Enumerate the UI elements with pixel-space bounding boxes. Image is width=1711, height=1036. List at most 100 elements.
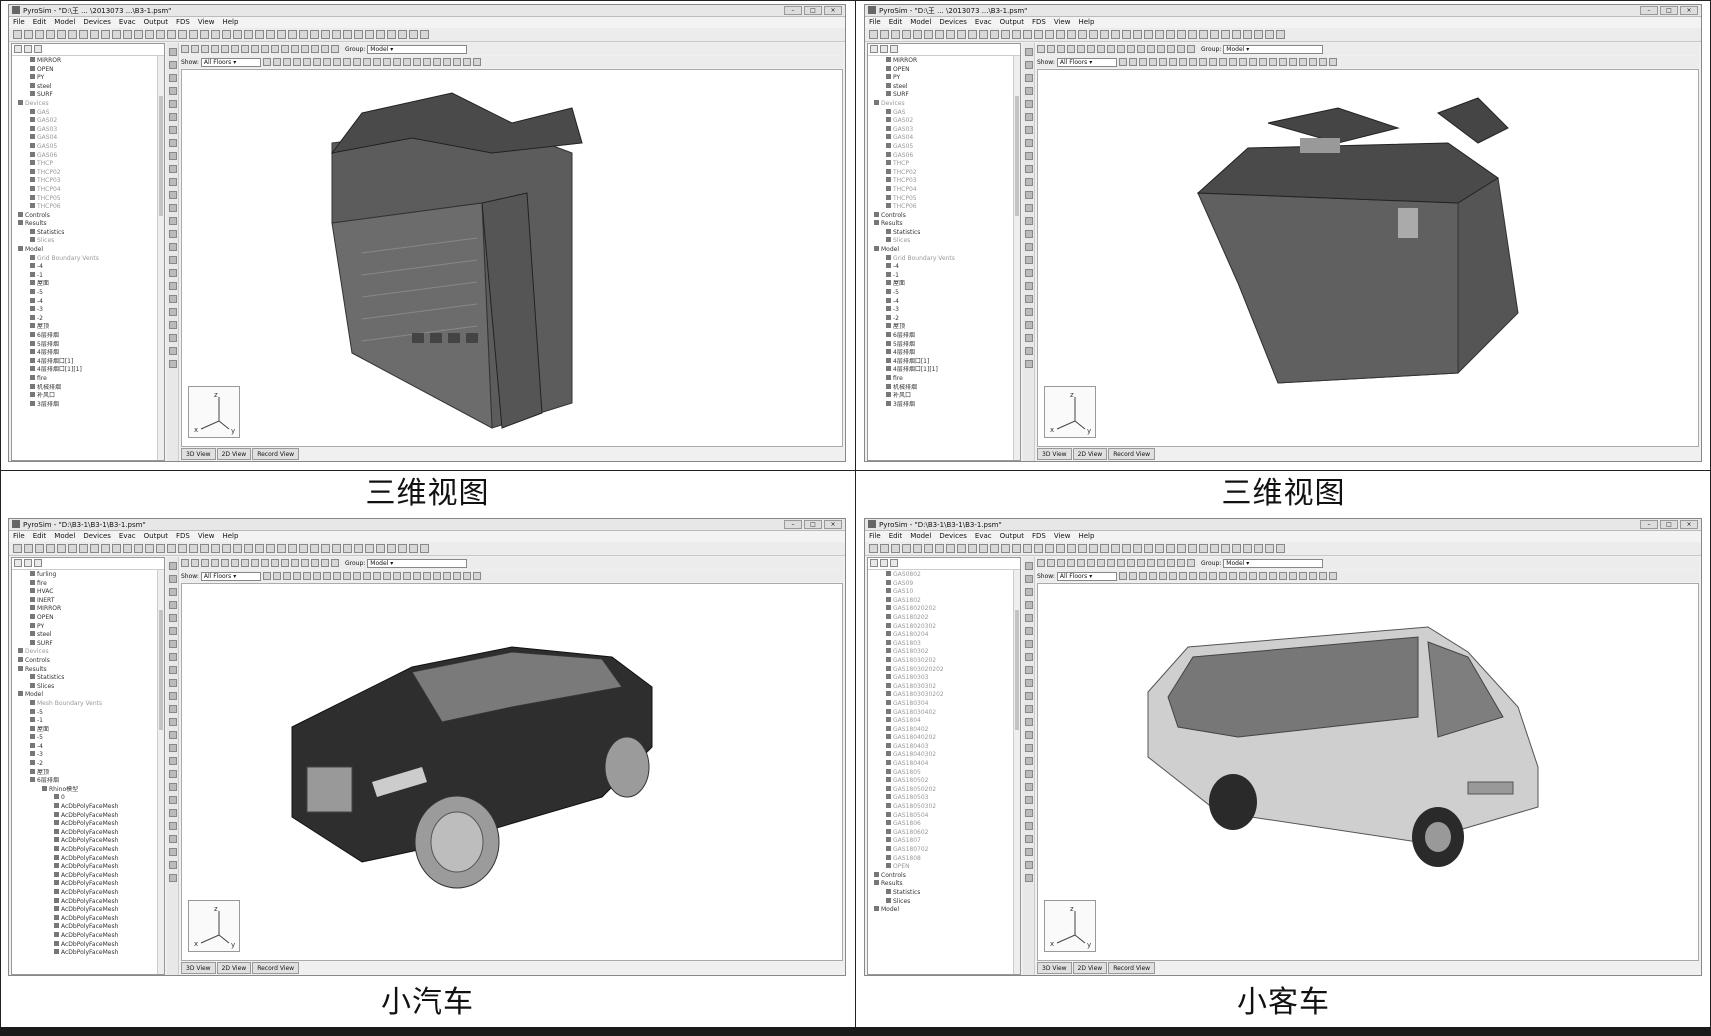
palette-tool-icon[interactable]	[1025, 692, 1033, 700]
display-tool-icon[interactable]	[332, 58, 341, 66]
toolbar-tool-icon[interactable]	[1166, 30, 1175, 39]
menu-view[interactable]: View	[1054, 17, 1071, 28]
tree-item[interactable]: Controls	[12, 211, 164, 221]
display-tool-icon[interactable]	[1288, 58, 1297, 66]
tree-item[interactable]: OPEN	[12, 65, 164, 75]
toolbar-tool-icon[interactable]	[880, 544, 889, 553]
display-tool-icon[interactable]	[1148, 58, 1157, 66]
palette-tool-icon[interactable]	[1025, 588, 1033, 596]
view-tool-icon[interactable]	[1097, 45, 1105, 53]
toolbar-tool-icon[interactable]	[1056, 30, 1065, 39]
toolbar-tool-icon[interactable]	[57, 544, 66, 553]
tree-item[interactable]: Statistics	[12, 228, 164, 238]
palette-tool-icon[interactable]	[169, 282, 177, 290]
toolbar-tool-icon[interactable]	[891, 544, 900, 553]
menu-output[interactable]: Output	[1000, 17, 1024, 28]
tree-filter-icon[interactable]	[870, 559, 878, 567]
3d-viewport[interactable]: z x y	[181, 583, 843, 961]
display-tool-icon[interactable]	[302, 572, 311, 580]
display-tool-icon[interactable]	[1168, 572, 1177, 580]
display-tool-icon[interactable]	[392, 58, 401, 66]
palette-tool-icon[interactable]	[169, 835, 177, 843]
palette-tool-icon[interactable]	[1025, 848, 1033, 856]
tab-3d-view[interactable]: 3D View	[1037, 962, 1072, 974]
view-tool-icon[interactable]	[1157, 45, 1165, 53]
tree-item[interactable]: THCP03	[12, 177, 164, 186]
palette-tool-icon[interactable]	[1025, 731, 1033, 739]
palette-tool-icon[interactable]	[169, 334, 177, 342]
tree-item[interactable]: AcDbPolyFaceMesh	[12, 854, 164, 864]
menu-output[interactable]: Output	[1000, 531, 1024, 542]
tree-item[interactable]: AcDbPolyFaceMesh	[12, 888, 164, 898]
tree-item[interactable]: GAS1802	[868, 596, 1020, 606]
toolbar-tool-icon[interactable]	[1067, 544, 1076, 553]
palette-tool-icon[interactable]	[169, 640, 177, 648]
tree-item[interactable]: AcDbPolyFaceMesh	[12, 931, 164, 941]
palette-tool-icon[interactable]	[1025, 705, 1033, 713]
tree-filter-icon[interactable]	[14, 45, 22, 53]
palette-tool-icon[interactable]	[1025, 640, 1033, 648]
3d-viewport[interactable]: z x y	[1037, 69, 1699, 447]
palette-tool-icon[interactable]	[169, 100, 177, 108]
palette-tool-icon[interactable]	[169, 653, 177, 661]
menu-help[interactable]: Help	[1078, 17, 1094, 28]
display-tool-icon[interactable]	[272, 572, 281, 580]
tree-item[interactable]: AcDbPolyFaceMesh	[12, 837, 164, 846]
menu-output[interactable]: Output	[144, 531, 168, 542]
display-tool-icon[interactable]	[452, 58, 461, 66]
tree-scrollbar-thumb[interactable]	[1015, 610, 1019, 730]
toolbar-tool-icon[interactable]	[277, 544, 286, 553]
view-tool-icon[interactable]	[281, 559, 289, 567]
tree-item[interactable]: Statistics	[868, 888, 1020, 898]
toolbar-tool-icon[interactable]	[891, 30, 900, 39]
view-tool-icon[interactable]	[241, 559, 249, 567]
tree-item[interactable]: THCP03	[868, 177, 1020, 186]
palette-tool-icon[interactable]	[1025, 74, 1033, 82]
menu-edit[interactable]: Edit	[889, 531, 903, 542]
tree-item[interactable]: GAS180204	[868, 631, 1020, 640]
tree-item[interactable]: GAS05	[12, 142, 164, 152]
display-tool-icon[interactable]	[1228, 58, 1237, 66]
toolbar-tool-icon[interactable]	[1089, 544, 1098, 553]
toolbar-tool-icon[interactable]	[1122, 30, 1131, 39]
view-tool-icon[interactable]	[1147, 45, 1155, 53]
view-tool-icon[interactable]	[1137, 45, 1145, 53]
tree-item[interactable]: GAS180403	[868, 742, 1020, 752]
tree-item[interactable]: Slices	[12, 237, 164, 246]
toolbar-tool-icon[interactable]	[211, 30, 220, 39]
toolbar-tool-icon[interactable]	[1155, 30, 1164, 39]
toolbar-tool-icon[interactable]	[913, 30, 922, 39]
display-tool-icon[interactable]	[1258, 572, 1267, 580]
tree-item[interactable]: GAS180303	[868, 674, 1020, 683]
tree-item[interactable]: GAS18050202	[868, 785, 1020, 795]
view-tool-icon[interactable]	[271, 45, 279, 53]
tree-item[interactable]: GAS18050302	[868, 803, 1020, 812]
view-tool-icon[interactable]	[191, 45, 199, 53]
toolbar-tool-icon[interactable]	[354, 30, 363, 39]
palette-tool-icon[interactable]	[1025, 191, 1033, 199]
palette-tool-icon[interactable]	[1025, 796, 1033, 804]
toolbar-tool-icon[interactable]	[1034, 544, 1043, 553]
tab-record-view[interactable]: Record View	[1108, 448, 1156, 460]
toolbar-tool-icon[interactable]	[1276, 30, 1285, 39]
palette-tool-icon[interactable]	[1025, 282, 1033, 290]
toolbar-tool-icon[interactable]	[420, 544, 429, 553]
display-tool-icon[interactable]	[322, 58, 331, 66]
display-tool-icon[interactable]	[1298, 58, 1307, 66]
menu-model[interactable]: Model	[910, 531, 931, 542]
tree-item[interactable]: AcDbPolyFaceMesh	[12, 846, 164, 855]
display-tool-icon[interactable]	[1308, 58, 1317, 66]
toolbar-tool-icon[interactable]	[145, 30, 154, 39]
toolbar-tool-icon[interactable]	[1221, 544, 1230, 553]
3d-viewport[interactable]: z x y	[181, 69, 843, 447]
palette-tool-icon[interactable]	[1025, 152, 1033, 160]
view-tool-icon[interactable]	[211, 559, 219, 567]
toolbar-tool-icon[interactable]	[112, 30, 121, 39]
palette-tool-icon[interactable]	[169, 874, 177, 882]
minimize-button[interactable]: –	[784, 6, 802, 15]
view-tool-icon[interactable]	[251, 45, 259, 53]
tree-item[interactable]: GAS180402	[868, 725, 1020, 735]
tree-expand-icon[interactable]	[24, 45, 32, 53]
toolbar-tool-icon[interactable]	[420, 30, 429, 39]
toolbar-tool-icon[interactable]	[1001, 30, 1010, 39]
